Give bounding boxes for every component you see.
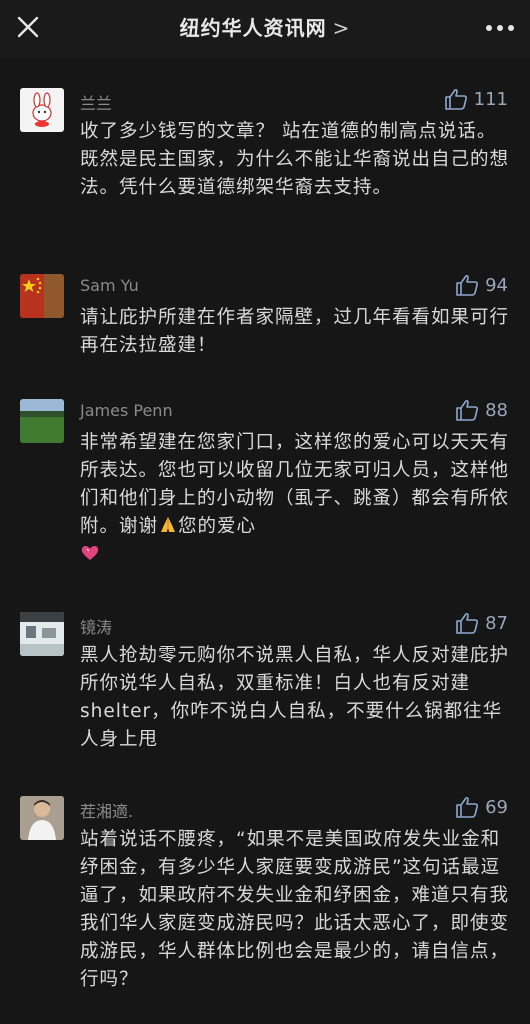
page-title: 纽约华人资讯网 <box>179 16 327 40</box>
more-dots-icon <box>486 25 514 31</box>
thumbs-up-icon <box>444 88 467 110</box>
commenter-name[interactable]: 兰兰 <box>80 90 112 114</box>
like-button[interactable]: 88 <box>455 399 508 421</box>
like-count: 111 <box>473 88 508 110</box>
like-count: 88 <box>485 399 508 421</box>
like-button[interactable]: 94 <box>455 274 508 296</box>
like-count: 87 <box>485 612 508 634</box>
like-count: 69 <box>485 796 508 818</box>
comment-item: James Penn 88 非常希望建在您家门口，这样您的爱心可以天天有所表达。… <box>0 399 530 579</box>
chevron-right-icon: > <box>332 16 351 40</box>
comment-text: 非常希望建在您家门口，这样您的爱心可以天天有所表达。您也可以收留几位无家可归人员… <box>80 429 510 569</box>
thumbs-up-icon <box>456 612 479 634</box>
person-photo-avatar[interactable] <box>20 796 64 840</box>
like-button[interactable]: 69 <box>455 796 508 818</box>
commenter-name[interactable]: Sam Yu <box>80 276 139 295</box>
commenter-name[interactable]: James Penn <box>80 401 173 420</box>
comment-item: Sam Yu 94 请让庇护所建在作者家隔壁，过几年看看如果可行再在法拉盛建！ <box>0 274 530 364</box>
comment-text: 请让庇护所建在作者家隔壁，过几年看看如果可行再在法拉盛建！ <box>80 307 510 356</box>
thumbs-up-icon <box>456 274 479 296</box>
comment-text-part: 您的爱心 <box>178 516 257 537</box>
comment-item: 茬湘適. 69 站着说话不腰疼，“如果不是美国政府发失业金和纾困金，有多少华人家… <box>0 796 530 1006</box>
like-count: 94 <box>485 274 508 296</box>
thumbs-up-icon <box>456 796 479 818</box>
comment-text: 黑人抢劫零元购你不说黑人自私，华人反对建庇护所你说华人自私，双重标准！白人也有反… <box>80 645 510 750</box>
commenter-name[interactable]: 镜涛 <box>80 614 112 638</box>
like-button[interactable]: 87 <box>455 612 508 634</box>
like-button[interactable]: 111 <box>444 88 508 110</box>
pink-heart-emoji-icon <box>81 546 99 560</box>
building-photo-avatar[interactable] <box>20 612 64 656</box>
china-flag-avatar[interactable] <box>20 274 64 318</box>
thumbs-up-icon <box>456 399 479 421</box>
more-button[interactable] <box>482 14 518 42</box>
comment-item: 兰兰 111 收了多少钱写的文章？ 站在道德的制高点说话。既然是民主国家，为什么… <box>0 88 530 238</box>
pray-emoji-icon <box>161 517 176 532</box>
comment-text: 站着说话不腰疼，“如果不是美国政府发失业金和纾困金，有多少华人家庭要变成游民”这… <box>80 829 510 990</box>
commenter-name[interactable]: 茬湘適. <box>80 798 133 822</box>
comment-text: 收了多少钱写的文章？ 站在道德的制高点说话。既然是民主国家，为什么不能让华裔说出… <box>80 121 510 198</box>
top-bar: 纽约华人资讯网 > <box>0 0 530 58</box>
account-title-link[interactable]: 纽约华人资讯网 > <box>0 12 530 41</box>
comment-item: 镜涛 87 黑人抢劫零元购你不说黑人自私，华人反对建庇护所你说华人自私，双重标准… <box>0 612 530 762</box>
grass-field-avatar[interactable] <box>20 399 64 443</box>
comment-text-part: 非常希望建在您家门口，这样您的爱心可以天天有所表达。您也可以收留几位无家可归人员… <box>80 432 510 537</box>
bunny-avatar[interactable] <box>20 88 64 132</box>
